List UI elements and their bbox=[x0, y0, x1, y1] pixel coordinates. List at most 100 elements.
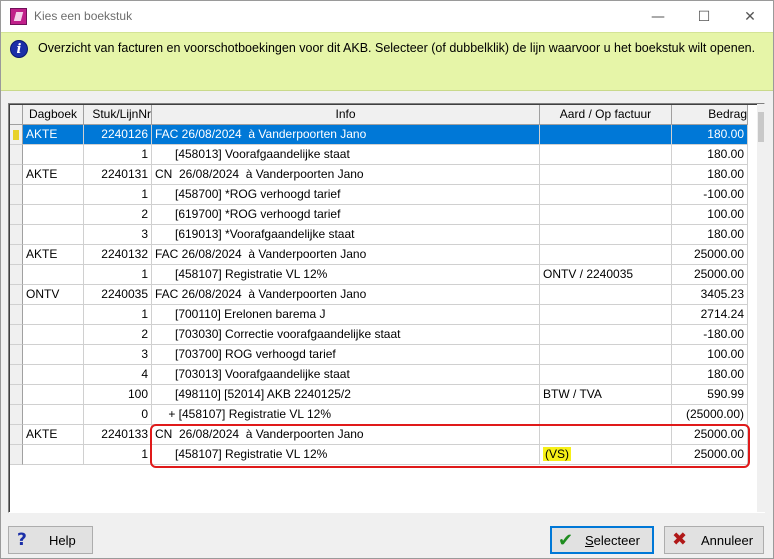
cell-dagboek: AKTE bbox=[23, 245, 84, 265]
row-indicator bbox=[10, 365, 23, 385]
cell-stuk: 1 bbox=[84, 185, 152, 205]
cell-info: FAC 26/08/2024 à Vanderpoorten Jano bbox=[152, 125, 540, 145]
row-indicator bbox=[10, 265, 23, 285]
table-row[interactable]: 2 [703030] Correctie voorafgaandelijke s… bbox=[10, 325, 750, 345]
document-grid[interactable]: Dagboek Stuk/LijnNr Info Aard / Op factu… bbox=[8, 103, 765, 513]
cell-info: [619013] *Voorafgaandelijke staat bbox=[152, 225, 540, 245]
cell-aard bbox=[540, 325, 672, 345]
table-row[interactable]: ONTV 2240035 FAC 26/08/2024 à Vanderpoorte… bbox=[10, 285, 750, 305]
cell-stuk: 2240132 bbox=[84, 245, 152, 265]
select-button[interactable]: ✔ Selecteer bbox=[550, 526, 654, 554]
cell-info: [703013] Voorafgaandelijke staat bbox=[152, 365, 540, 385]
cancel-icon: ✖ bbox=[672, 529, 688, 550]
table-row[interactable]: 4 [703013] Voorafgaandelijke staat 180.00 bbox=[10, 365, 750, 385]
cell-aard bbox=[540, 145, 672, 165]
cell-bedrag: 25000.00 bbox=[672, 445, 748, 465]
row-indicator bbox=[10, 425, 23, 445]
window-title: Kies een boekstuk bbox=[34, 9, 133, 23]
cell-stuk: 1 bbox=[84, 265, 152, 285]
cancel-button[interactable]: ✖ Annuleer bbox=[664, 526, 764, 554]
cell-info: [458700] *ROG verhoogd tarief bbox=[152, 185, 540, 205]
row-indicator bbox=[10, 445, 23, 465]
table-row[interactable]: 1 [458700] *ROG verhoogd tarief -100.00 bbox=[10, 185, 750, 205]
grid-header: Dagboek Stuk/LijnNr Info Aard / Op factu… bbox=[10, 105, 750, 125]
row-indicator bbox=[10, 385, 23, 405]
table-row[interactable]: 0 + [458107] Registratie VL 12% (25000.00… bbox=[10, 405, 750, 425]
table-row[interactable]: AKTE 2240131 CN 26/08/2024 à Vanderpoorten… bbox=[10, 165, 750, 185]
cell-dagboek bbox=[23, 365, 84, 385]
help-button[interactable]: ? Help bbox=[8, 526, 93, 554]
column-header-dagboek[interactable]: Dagboek bbox=[23, 105, 84, 125]
cell-aard bbox=[540, 165, 672, 185]
table-row[interactable]: 1 [458013] Voorafgaandelijke staat 180.00 bbox=[10, 145, 750, 165]
cell-bedrag: -180.00 bbox=[672, 325, 748, 345]
app-icon bbox=[10, 8, 27, 25]
cell-stuk: 2 bbox=[84, 325, 152, 345]
table-row[interactable]: 1 [700110] Erelonen barema J 2714.24 bbox=[10, 305, 750, 325]
column-header-info[interactable]: Info bbox=[152, 105, 540, 125]
cell-dagboek bbox=[23, 385, 84, 405]
row-indicator bbox=[10, 405, 23, 425]
table-row[interactable]: AKTE 2240133 CN 26/08/2024 à Vanderpoorten… bbox=[10, 425, 750, 445]
cell-aard bbox=[540, 425, 672, 445]
column-header-bedrag[interactable]: Bedrag bbox=[672, 105, 748, 125]
cell-info: FAC 26/08/2024 à Vanderpoorten Jano bbox=[152, 245, 540, 265]
cell-stuk: 2 bbox=[84, 205, 152, 225]
cell-bedrag: 25000.00 bbox=[672, 245, 748, 265]
cell-dagboek bbox=[23, 205, 84, 225]
cell-aard bbox=[540, 285, 672, 305]
table-row[interactable]: 2 [619700] *ROG verhoogd tarief 100.00 bbox=[10, 205, 750, 225]
cell-info: CN 26/08/2024 à Vanderpoorten Jano bbox=[152, 425, 540, 445]
row-indicator bbox=[10, 225, 23, 245]
minimize-button[interactable]: — bbox=[635, 1, 681, 32]
cell-aard: BTW / TVA bbox=[540, 385, 672, 405]
cell-dagboek: ONTV bbox=[23, 285, 84, 305]
row-indicator bbox=[10, 185, 23, 205]
cell-dagboek bbox=[23, 305, 84, 325]
row-indicator bbox=[10, 325, 23, 345]
cell-bedrag: 180.00 bbox=[672, 125, 748, 145]
cell-dagboek bbox=[23, 345, 84, 365]
cell-aard bbox=[540, 205, 672, 225]
row-indicator bbox=[10, 145, 23, 165]
table-row[interactable]: AKTE 2240126 FAC 26/08/2024 à Vanderpoorte… bbox=[10, 125, 750, 145]
cell-stuk: 100 bbox=[84, 385, 152, 405]
cell-bedrag: 2714.24 bbox=[672, 305, 748, 325]
column-header-stuk[interactable]: Stuk/LijnNr bbox=[84, 105, 152, 125]
cell-aard bbox=[540, 125, 672, 145]
cell-info: [703700] ROG verhoogd tarief bbox=[152, 345, 540, 365]
close-button[interactable]: ✕ bbox=[727, 1, 773, 32]
cell-stuk: 2240133 bbox=[84, 425, 152, 445]
scrollbar-thumb[interactable] bbox=[758, 112, 764, 142]
cell-info: [458107] Registratie VL 12% bbox=[152, 445, 540, 465]
cell-stuk: 3 bbox=[84, 345, 152, 365]
cell-stuk: 4 bbox=[84, 365, 152, 385]
cell-info: [458107] Registratie VL 12% bbox=[152, 265, 540, 285]
cell-dagboek: AKTE bbox=[23, 165, 84, 185]
table-row[interactable]: 100 [498110] [52014] AKB 2240125/2 BTW / … bbox=[10, 385, 750, 405]
cell-stuk: 2240126 bbox=[84, 125, 152, 145]
cell-dagboek bbox=[23, 145, 84, 165]
cell-aard bbox=[540, 405, 672, 425]
header-indicator bbox=[10, 105, 23, 125]
column-header-aard[interactable]: Aard / Op factuur bbox=[540, 105, 672, 125]
cell-aard: (VS) bbox=[540, 445, 672, 465]
table-row[interactable]: 3 [703700] ROG verhoogd tarief 100.00 bbox=[10, 345, 750, 365]
cell-stuk: 1 bbox=[84, 145, 152, 165]
title-bar: Kies een boekstuk — ☐ ✕ bbox=[1, 1, 773, 32]
vertical-scrollbar[interactable] bbox=[757, 104, 765, 512]
row-indicator bbox=[10, 125, 23, 145]
cell-info: [619700] *ROG verhoogd tarief bbox=[152, 205, 540, 225]
maximize-button[interactable]: ☐ bbox=[681, 1, 727, 32]
cell-dagboek bbox=[23, 185, 84, 205]
cell-stuk: 1 bbox=[84, 445, 152, 465]
checkmark-icon: ✔ bbox=[558, 530, 574, 551]
cell-info: [703030] Correctie voorafgaandelijke sta… bbox=[152, 325, 540, 345]
highlighted-marker: (VS) bbox=[543, 447, 571, 461]
table-row[interactable]: 1 [458107] Registratie VL 12% (VS) 25000.0… bbox=[10, 445, 750, 465]
table-row[interactable]: 1 [458107] Registratie VL 12% ONTV / 2240… bbox=[10, 265, 750, 285]
table-row[interactable]: AKTE 2240132 FAC 26/08/2024 à Vanderpoorte… bbox=[10, 245, 750, 265]
table-row[interactable]: 3 [619013] *Voorafgaandelijke staat 180.0… bbox=[10, 225, 750, 245]
cell-dagboek bbox=[23, 445, 84, 465]
cell-dagboek bbox=[23, 225, 84, 245]
